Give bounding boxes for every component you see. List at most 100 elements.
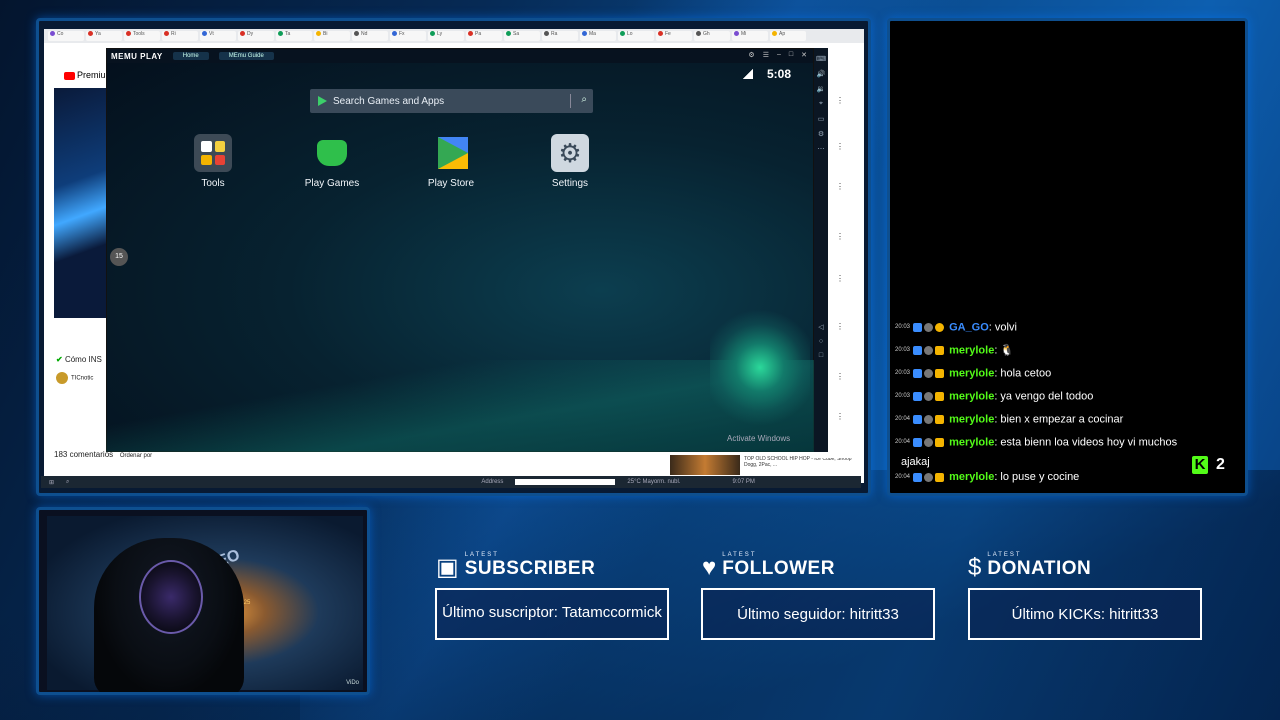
browser-tab[interactable]: Ra <box>542 31 578 41</box>
close-icon[interactable]: ✕ <box>801 51 807 59</box>
app-tools[interactable]: Tools <box>173 134 253 189</box>
memu-logo: MEMU PLAY <box>111 51 163 61</box>
memu-tab-home[interactable]: Home <box>172 52 209 60</box>
search-icon[interactable]: ⌕ <box>581 94 587 105</box>
weather-widget[interactable]: 25°C Mayorm. nubl. <box>627 479 680 485</box>
crown-icon <box>935 438 944 447</box>
search-placeholder: Search Games and Apps <box>333 95 445 107</box>
badge-icon <box>924 323 933 332</box>
badge-icon <box>924 369 933 378</box>
browser-tab[interactable]: Gh <box>694 31 730 41</box>
chat-username[interactable]: GA_GO <box>949 321 989 333</box>
chat-username[interactable]: merylole <box>949 390 994 402</box>
browser-tab[interactable]: Pa <box>466 31 502 41</box>
browser-tab[interactable]: Ri <box>162 31 198 41</box>
chat-username[interactable]: merylole <box>949 413 994 425</box>
browser-tab[interactable]: Ly <box>428 31 464 41</box>
chat-message: 20:03 merylole: 🐧 <box>895 344 1015 357</box>
browser-tab[interactable]: Bi <box>314 31 350 41</box>
chat-message: 20:04 merylole: lo puse y cocine <box>895 471 1080 483</box>
browser-tab[interactable]: Nd <box>352 31 388 41</box>
chat-message: 20:04 merylole: esta bienn loa videos ho… <box>895 436 1178 449</box>
browser-tab[interactable]: Lo <box>618 31 654 41</box>
search-games-bar[interactable]: Search Games and Apps ⌕ <box>310 89 593 113</box>
youtube-video-title[interactable]: ✔ Cómo INS <box>56 355 102 364</box>
maximize-icon[interactable]: □ <box>789 51 793 59</box>
latest-donation-box: Último KICKs: hitritt33 <box>968 588 1202 640</box>
follower-header: ♥ LATEST FOLLOWER <box>702 552 835 581</box>
app-settings[interactable]: ⚙ Settings <box>530 134 610 189</box>
browser-tab[interactable]: Dy <box>238 31 274 41</box>
browser-tab[interactable]: Ya <box>86 31 122 41</box>
activate-windows-watermark: Activate Windows <box>727 434 791 443</box>
badge-icon <box>913 392 922 401</box>
badge-icon <box>913 323 922 332</box>
badge-icon <box>924 415 933 424</box>
browser-tab[interactable]: Fe <box>656 31 692 41</box>
minimize-icon[interactable]: – <box>777 51 781 59</box>
more-options-icon[interactable]: ⋮ <box>836 96 844 105</box>
youtube-channel[interactable]: TICnotic <box>56 372 93 384</box>
more-options-icon[interactable]: ⋮ <box>836 232 844 241</box>
taskbar-clock: 9:07 PM <box>732 479 755 485</box>
chat-username[interactable]: merylole <box>949 471 994 483</box>
streamer-mask <box>139 560 203 634</box>
memu-tab-guide[interactable]: MEmu Guide <box>218 52 274 60</box>
keyboard-icon[interactable]: ⌨ <box>814 55 828 63</box>
subscriber-header: ▣ LATEST SUBSCRIBER <box>436 552 596 581</box>
dollar-icon: $ <box>968 554 982 581</box>
address-label: Address <box>481 479 504 485</box>
browser-tab[interactable]: Ta <box>276 31 312 41</box>
volume-up-icon[interactable]: 🔊 <box>814 70 828 78</box>
browser-tab[interactable]: Co <box>48 31 84 41</box>
settings-icon: ⚙ <box>551 134 589 172</box>
badge-icon <box>924 346 933 355</box>
latest-follower-box: Último seguidor: hitritt33 <box>701 588 935 640</box>
start-icon[interactable]: ⊞ <box>49 479 54 486</box>
browser-tab[interactable]: Fx <box>390 31 426 41</box>
badge-icon <box>913 369 922 378</box>
search-icon[interactable]: ⌕ <box>66 479 69 486</box>
chat-message: 20:04 merylole: bien x empezar a cocinar <box>895 413 1124 426</box>
home-icon[interactable]: ○ <box>814 338 828 345</box>
more-options-icon[interactable]: ⋮ <box>836 372 844 381</box>
chat-message: 20:03 GA_GO: volvi <box>895 321 1017 334</box>
back-icon[interactable]: ◁ <box>814 323 828 331</box>
gear-icon[interactable]: ⚙ <box>814 130 828 138</box>
viewer-count: K 2 <box>1192 456 1225 474</box>
crown-icon <box>935 472 944 482</box>
twitch-icon: ▣ <box>436 554 459 581</box>
app-play-games[interactable]: Play Games <box>292 134 372 189</box>
browser-tab[interactable]: Tools <box>124 31 160 41</box>
more-options-icon[interactable]: ⋮ <box>836 274 844 283</box>
browser-tab[interactable]: Ap <box>770 31 806 41</box>
volume-down-icon[interactable]: 🔉 <box>814 85 828 93</box>
address-input[interactable] <box>515 479 616 485</box>
youtube-video-thumbnail[interactable] <box>54 88 110 318</box>
browser-tab[interactable]: Sa <box>504 31 540 41</box>
more-options-icon[interactable]: ⋮ <box>836 412 844 421</box>
app-play-store[interactable]: Play Store <box>411 134 491 189</box>
more-options-icon[interactable]: ⋮ <box>836 142 844 151</box>
browser-tab[interactable]: Vt <box>200 31 236 41</box>
browser-tab[interactable]: Ma <box>580 31 616 41</box>
recent-apps-icon[interactable]: □ <box>814 352 828 359</box>
donation-header: $ LATEST DONATION <box>968 552 1092 581</box>
browser-tab-strip[interactable]: Co Ya Tools Ri Vt Dy Ta Bi Nd Fx Ly Pa S… <box>44 29 864 43</box>
location-icon[interactable]: ⌖ <box>814 100 828 108</box>
app-label: Play Games <box>304 178 360 189</box>
menu-icon[interactable]: ☰ <box>763 51 769 59</box>
webcam-corner-text: ViDo <box>346 680 359 686</box>
settings-icon[interactable]: ⚙ <box>748 51 754 59</box>
folder-icon[interactable]: ▭ <box>814 115 828 123</box>
more-options-icon[interactable]: ⋮ <box>836 322 844 331</box>
browser-tab[interactable]: Mi <box>732 31 768 41</box>
more-options-icon[interactable]: ⋮ <box>836 182 844 191</box>
more-icon[interactable]: ⋯ <box>814 145 828 153</box>
kick-logo-icon: K <box>1192 456 1208 474</box>
badge-icon <box>935 323 944 332</box>
chat-username[interactable]: merylole <box>949 367 994 379</box>
chat-username[interactable]: merylole <box>949 436 994 448</box>
chat-username[interactable]: merylole <box>949 344 994 356</box>
crown-icon <box>935 392 944 401</box>
